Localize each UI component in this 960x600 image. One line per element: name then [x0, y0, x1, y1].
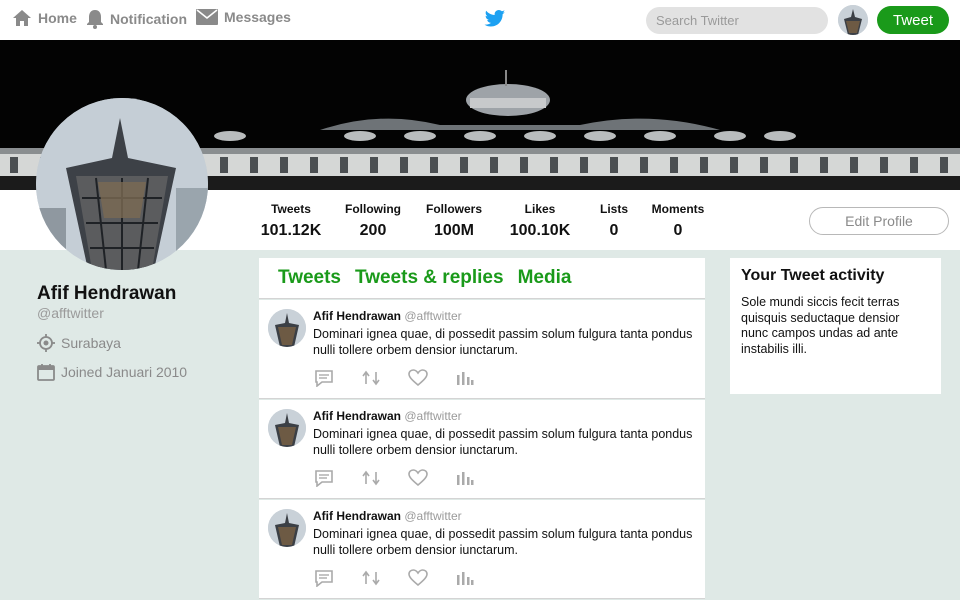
tweet-header: Afif Hendrawan @afftwitter	[313, 409, 462, 423]
top-navigation: Home Notification Messages Tweet	[0, 0, 960, 40]
tweet-author-name[interactable]: Afif Hendrawan	[313, 309, 401, 323]
stat-label: Moments	[651, 202, 705, 216]
profile-location-text: Surabaya	[61, 335, 121, 351]
avatar-image	[36, 98, 208, 270]
profile-joined-text: Joined Januari 2010	[61, 364, 188, 380]
nav-notification-label: Notification	[110, 11, 187, 27]
tweet-item[interactable]: Afif Hendrawan @afftwitter Dominari igne…	[259, 500, 705, 599]
tab-media[interactable]: Media	[518, 267, 572, 289]
tweet-item[interactable]: Afif Hendrawan @afftwitter Dominari igne…	[259, 400, 705, 499]
tweet-avatar[interactable]	[268, 509, 306, 547]
stat-lists[interactable]: Lists 0	[596, 202, 632, 240]
reply-icon[interactable]	[314, 569, 334, 588]
retweet-icon[interactable]	[361, 369, 381, 387]
tweet-author-handle[interactable]: @afftwitter	[404, 509, 461, 523]
stat-value: 0	[673, 222, 683, 239]
nav-home-label: Home	[38, 10, 77, 26]
activity-title: Your Tweet activity	[741, 267, 885, 284]
tweet-header: Afif Hendrawan @afftwitter	[313, 509, 462, 523]
heart-icon[interactable]	[408, 369, 428, 387]
nav-home[interactable]: Home	[12, 9, 77, 27]
tweet-text: Dominari ignea quae, di possedit passim …	[313, 427, 693, 457]
stat-value: 100.10K	[509, 222, 571, 239]
activity-text: Sole mundi siccis fecit terras quisquis …	[741, 295, 900, 356]
stat-label: Followers	[425, 202, 482, 216]
tweet-actions	[314, 369, 475, 388]
nav-avatar[interactable]	[838, 5, 868, 35]
stat-moments[interactable]: Moments 0	[649, 202, 707, 240]
reply-icon[interactable]	[314, 469, 334, 488]
nav-notification[interactable]: Notification	[86, 9, 187, 29]
profile-handle: @afftwitter	[37, 305, 104, 321]
stat-label: Tweets	[271, 202, 311, 216]
avatar-image	[268, 309, 306, 347]
profile-joined: Joined Januari 2010	[37, 363, 187, 381]
heart-icon[interactable]	[408, 569, 428, 587]
stat-followers[interactable]: Followers 100M	[422, 202, 486, 240]
feed-tabs: Tweets Tweets & replies Media	[259, 258, 705, 299]
stat-tweets[interactable]: Tweets 101.12K	[258, 202, 324, 240]
search-input[interactable]	[646, 7, 828, 34]
profile-location: Surabaya	[37, 334, 121, 352]
edit-profile-button[interactable]: Edit Profile	[809, 207, 949, 235]
heart-icon[interactable]	[408, 469, 428, 487]
tweet-author-name[interactable]: Afif Hendrawan	[313, 409, 401, 423]
analytics-icon[interactable]	[455, 469, 475, 487]
tweet-activity-panel: Your Tweet activity Sole mundi siccis fe…	[730, 258, 941, 394]
avatar-image	[268, 409, 306, 447]
tweet-text: Dominari ignea quae, di possedit passim …	[313, 527, 693, 557]
tweet-actions	[314, 469, 475, 488]
home-icon	[13, 10, 31, 26]
tweet-author-handle[interactable]: @afftwitter	[404, 409, 461, 423]
tweet-actions	[314, 569, 475, 588]
location-target-icon	[37, 334, 55, 352]
calendar-icon	[37, 364, 55, 381]
retweet-icon[interactable]	[361, 569, 381, 587]
nav-messages-label: Messages	[224, 9, 291, 25]
avatar-image	[268, 509, 306, 547]
stat-value: 101.12K	[260, 222, 322, 239]
analytics-icon[interactable]	[455, 369, 475, 387]
tweet-button[interactable]: Tweet	[877, 6, 949, 34]
tweet-item[interactable]: Afif Hendrawan @afftwitter Dominari igne…	[259, 300, 705, 399]
stat-likes[interactable]: Likes 100.10K	[506, 202, 574, 240]
tab-tweets[interactable]: Tweets	[278, 267, 341, 289]
profile-avatar[interactable]	[36, 98, 208, 270]
stat-value: 200	[359, 222, 387, 239]
stat-label: Lists	[599, 202, 628, 216]
tweet-avatar[interactable]	[268, 409, 306, 447]
bell-icon	[87, 10, 103, 29]
tweet-text: Dominari ignea quae, di possedit passim …	[313, 327, 693, 357]
twitter-bird-icon[interactable]	[484, 9, 506, 29]
profile-name: Afif Hendrawan	[37, 283, 177, 304]
tweet-author-handle[interactable]: @afftwitter	[404, 309, 461, 323]
stat-following[interactable]: Following 200	[341, 202, 405, 240]
avatar-image	[838, 5, 868, 35]
tweet-avatar[interactable]	[268, 309, 306, 347]
analytics-icon[interactable]	[455, 569, 475, 587]
retweet-icon[interactable]	[361, 469, 381, 487]
tweet-author-name[interactable]: Afif Hendrawan	[313, 509, 401, 523]
stat-value: 100M	[433, 222, 475, 239]
tweet-header: Afif Hendrawan @afftwitter	[313, 309, 462, 323]
nav-messages[interactable]: Messages	[196, 9, 291, 25]
tab-tweets-replies[interactable]: Tweets & replies	[355, 267, 504, 289]
reply-icon[interactable]	[314, 369, 334, 388]
stat-label: Likes	[524, 202, 556, 216]
envelope-icon	[196, 9, 218, 25]
stat-label: Following	[345, 202, 401, 216]
stat-value: 0	[609, 222, 619, 239]
